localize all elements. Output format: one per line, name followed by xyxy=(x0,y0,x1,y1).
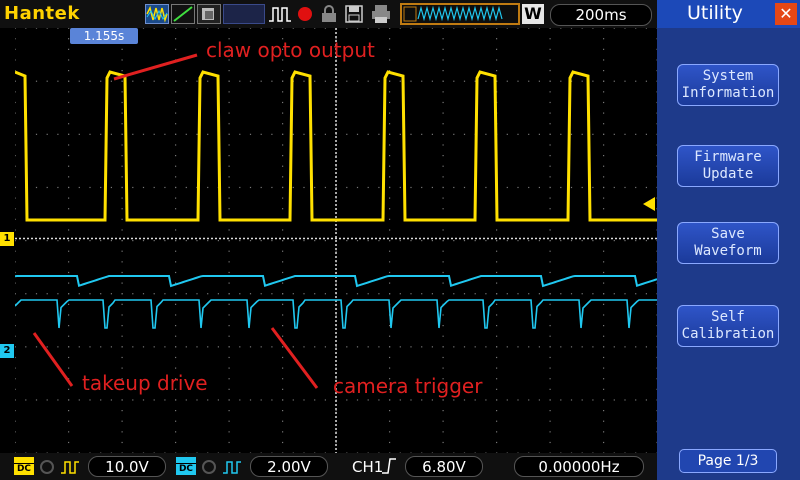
persistence-icon[interactable] xyxy=(197,4,221,24)
firmware-update-button[interactable]: Firmware Update xyxy=(677,145,779,187)
status-display-icon xyxy=(223,4,265,24)
pulse-trigger-icon[interactable] xyxy=(268,4,292,24)
ch1-dc-coupling-icon[interactable]: DC xyxy=(14,457,34,475)
trigger-source-label: CH1 xyxy=(352,458,384,476)
bottom-status-bar: DC 10.0V DC 2.00V CH1 6.80V 0.00000Hz xyxy=(0,453,657,480)
ch1-volts-per-div[interactable]: 10.0V xyxy=(88,456,166,477)
utility-menu-panel: Utility ✕ System Information Firmware Up… xyxy=(657,0,800,480)
camera-annotation-label: camera trigger xyxy=(333,374,483,398)
ch1-trace xyxy=(15,70,657,222)
button-label: Information xyxy=(681,85,775,101)
ch2-dc-coupling-icon[interactable]: DC xyxy=(176,457,196,475)
button-label: Self xyxy=(711,309,745,325)
ch2-trace-lower xyxy=(15,299,657,329)
takeup-annotation-label: takeup drive xyxy=(82,371,208,395)
cursor-time-readout: 1.155s xyxy=(70,28,138,44)
ch1-marker[interactable]: 1 xyxy=(0,232,14,246)
ch2-trace-upper xyxy=(15,275,657,288)
rising-edge-icon[interactable] xyxy=(381,458,397,474)
print-icon[interactable] xyxy=(370,4,392,24)
trigger-level-arrow-icon[interactable] xyxy=(643,197,655,211)
trigger-level-readout[interactable]: 6.80V xyxy=(405,456,483,477)
ch1-probe-icon[interactable] xyxy=(60,459,80,475)
self-calibration-button[interactable]: Self Calibration xyxy=(677,305,779,347)
waveform-mode-icon[interactable] xyxy=(145,4,169,24)
button-label: Firmware xyxy=(694,149,762,165)
button-label: Calibration xyxy=(681,326,775,342)
top-status-bar: Hantek W 200ms xyxy=(0,0,657,28)
record-icon[interactable] xyxy=(296,4,314,24)
ch2-marker[interactable]: 2 xyxy=(0,344,14,358)
save-waveform-button[interactable]: Save Waveform xyxy=(677,222,779,264)
close-menu-button[interactable]: ✕ xyxy=(775,3,797,25)
window-zoom-button[interactable]: W xyxy=(522,4,544,24)
page-navigation-button[interactable]: Page 1/3 xyxy=(679,449,777,473)
ch2-volts-per-div[interactable]: 2.00V xyxy=(250,456,328,477)
ch1-bandwidth-icon[interactable] xyxy=(38,459,56,475)
frequency-readout: 0.00000Hz xyxy=(514,456,644,477)
menu-title-bar: Utility ✕ xyxy=(657,0,800,28)
button-label: System xyxy=(702,68,754,84)
system-information-button[interactable]: System Information xyxy=(677,64,779,106)
trigger-position-bar[interactable] xyxy=(400,3,520,25)
lock-icon[interactable] xyxy=(318,4,340,24)
brand-logo: Hantek xyxy=(4,3,80,24)
menu-title: Utility xyxy=(687,2,743,24)
claw-annotation-label: claw opto output xyxy=(206,38,375,62)
button-label: Save xyxy=(711,226,745,242)
ch2-bandwidth-icon[interactable] xyxy=(200,459,218,475)
ch2-probe-icon[interactable] xyxy=(222,459,242,475)
save-icon[interactable] xyxy=(344,4,364,24)
button-label: Waveform xyxy=(694,243,762,259)
button-label: Update xyxy=(702,166,754,182)
ramp-icon[interactable] xyxy=(171,4,195,24)
timebase-readout[interactable]: 200ms xyxy=(550,4,652,26)
